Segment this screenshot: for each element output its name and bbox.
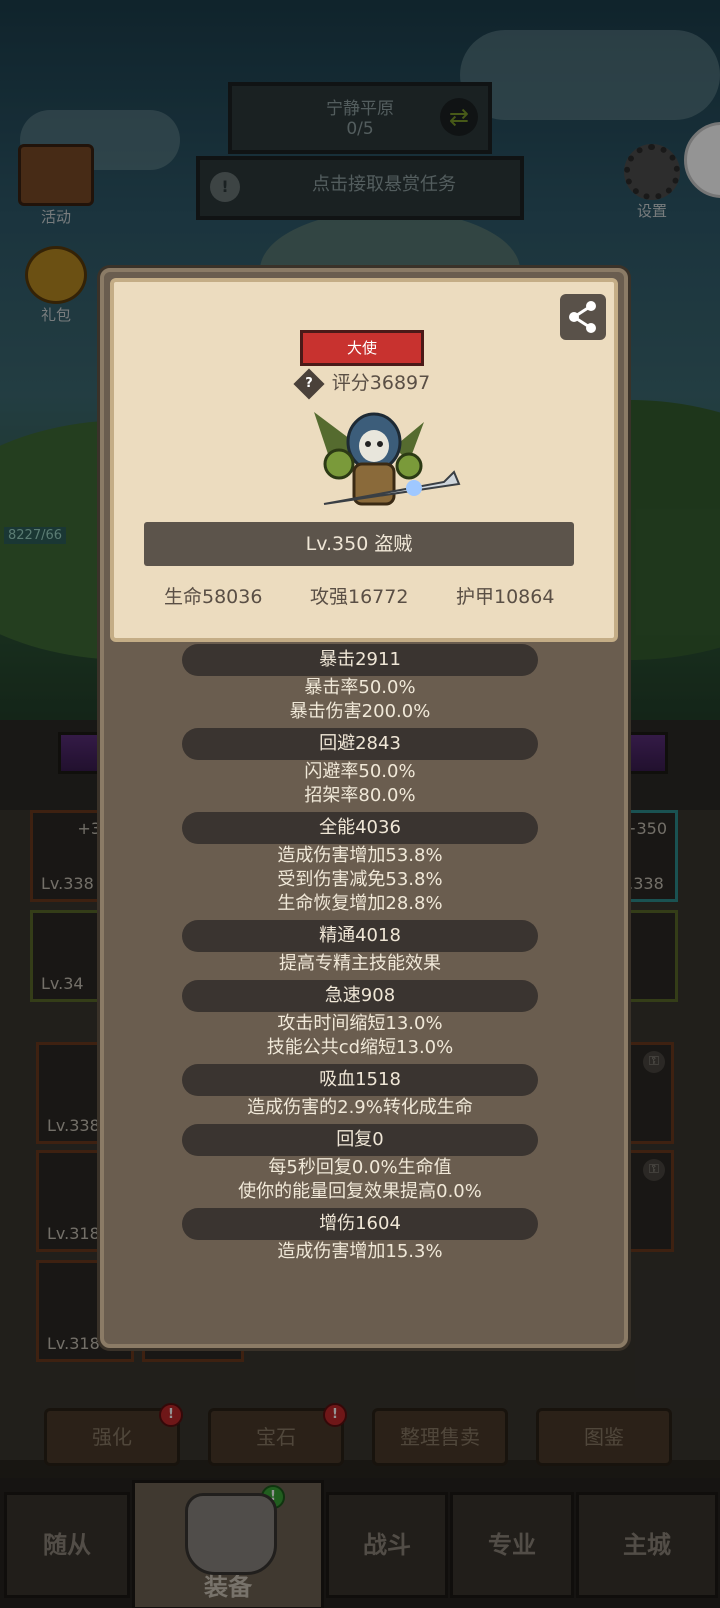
stat-line: 造成伤害的2.9%转化成生命 xyxy=(247,1097,473,1118)
stat-line: 生命恢复增加28.8% xyxy=(277,893,443,914)
score-row: ? 评分36897 xyxy=(114,367,614,400)
stat-line: 受到伤害减免53.8% xyxy=(277,869,443,890)
stat-list: 暴击2911 暴击率50.0% 暴击伤害200.0% 回避2843 闪避率50.… xyxy=(104,644,616,1264)
stat-line: 技能公共cd缩短13.0% xyxy=(266,1037,454,1058)
stat-header-damage-bonus: 增伤1604 xyxy=(182,1208,538,1240)
hp-stat: 生命58036 xyxy=(164,586,263,608)
stat-line: 每5秒回复0.0%生命值 xyxy=(268,1157,452,1178)
stat-header-lifesteal: 吸血1518 xyxy=(182,1064,538,1096)
stat-line: 造成伤害增加15.3% xyxy=(277,1241,443,1262)
stat-header-versatility: 全能4036 xyxy=(182,812,538,844)
stat-header-crit: 暴击2911 xyxy=(182,644,538,676)
character-portrait xyxy=(294,402,464,522)
stat-header-mastery: 精通4018 xyxy=(182,920,538,952)
stat-line: 攻击时间缩短13.0% xyxy=(277,1013,443,1034)
stat-header-regen: 回复0 xyxy=(182,1124,538,1156)
attack-stat: 攻强16772 xyxy=(310,586,409,608)
help-glyph: ? xyxy=(304,375,313,391)
level-class-bar: Lv.350 盗贼 xyxy=(144,522,574,566)
character-stats-popup: 大使 ? 评分36897 Lv.350 盗贼 生命58036 攻强16772 护… xyxy=(100,268,628,1348)
share-icon xyxy=(569,301,596,333)
stat-line: 招架率80.0% xyxy=(304,785,416,806)
armor-stat: 护甲10864 xyxy=(456,586,555,608)
stat-line: 暴击伤害200.0% xyxy=(289,701,431,722)
stat-line: 暴击率50.0% xyxy=(304,677,416,698)
rank-badge: 大使 xyxy=(300,330,424,366)
share-button[interactable] xyxy=(560,294,606,340)
stat-line: 提高专精主技能效果 xyxy=(279,953,441,974)
score-value: 评分36897 xyxy=(331,372,431,394)
stat-line: 造成伤害增加53.8% xyxy=(277,845,443,866)
stat-line: 使你的能量回复效果提高0.0% xyxy=(238,1181,482,1202)
help-icon[interactable]: ? xyxy=(293,367,325,400)
stat-header-evade: 回避2843 xyxy=(182,728,538,760)
character-card: 大使 ? 评分36897 Lv.350 盗贼 生命58036 攻强16772 护… xyxy=(110,278,618,642)
stat-line: 闪避率50.0% xyxy=(304,761,416,782)
stat-header-haste: 急速908 xyxy=(182,980,538,1012)
